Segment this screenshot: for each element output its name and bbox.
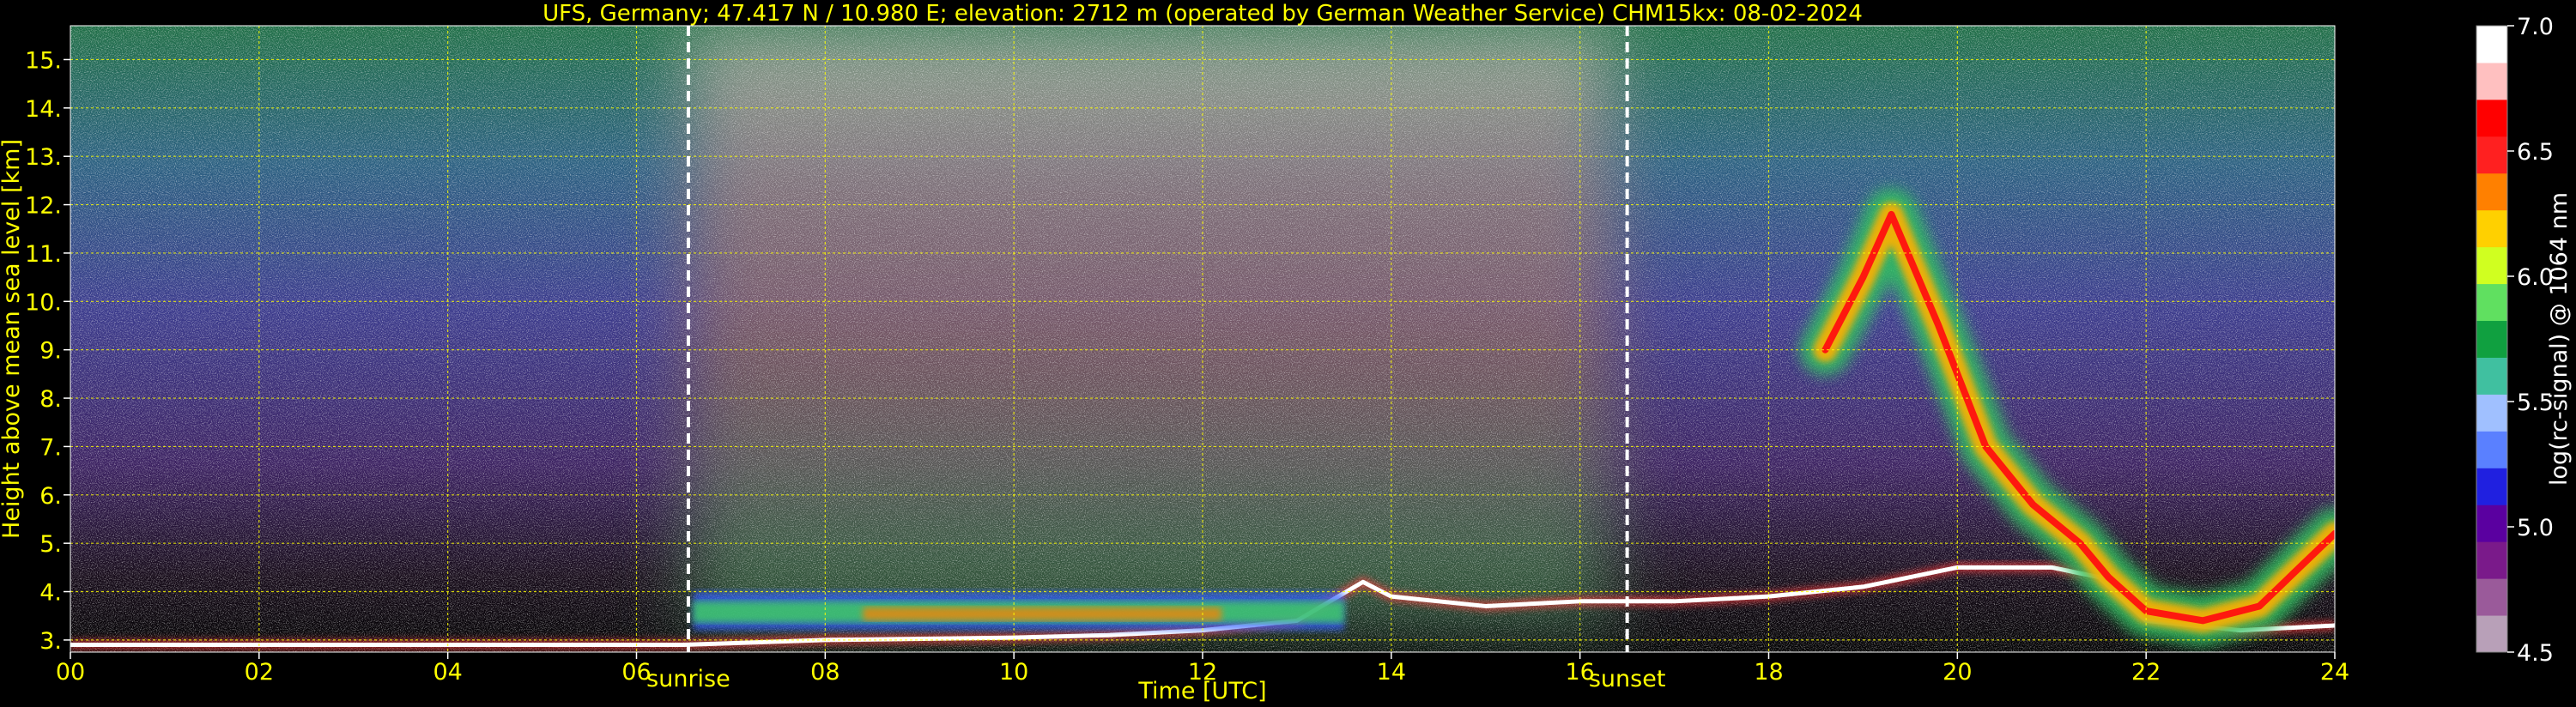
colorbar-segment — [2476, 209, 2507, 248]
x-tick-label: 08 — [810, 659, 839, 686]
colorbar-segment — [2476, 246, 2507, 285]
colorbar-segment — [2476, 283, 2507, 322]
colorbar-tick-label: 6.5 — [2517, 139, 2554, 166]
sunset-label: sunset — [1589, 666, 1666, 692]
colorbar-segment — [2476, 136, 2507, 174]
colorbar-segment — [2476, 431, 2507, 468]
x-tick-label: 16 — [1565, 659, 1594, 686]
colorbar-segment — [2476, 505, 2507, 542]
x-tick-label: 00 — [56, 659, 85, 686]
x-tick-label: 24 — [2320, 659, 2349, 686]
colorbar-segment — [2476, 99, 2507, 137]
y-axis-label: Height above mean sea level [km] — [0, 139, 25, 539]
sunrise-label: sunrise — [646, 666, 730, 692]
y-tick-label: 4. — [39, 580, 62, 607]
colorbar-tick-label: 7.0 — [2517, 14, 2554, 40]
x-tick-label: 10 — [999, 659, 1028, 686]
colorbar-segment — [2476, 615, 2507, 653]
colorbar-segment — [2476, 357, 2507, 395]
colorbar-segment — [2476, 468, 2507, 505]
colorbar-tick-label: 5.0 — [2517, 515, 2554, 541]
y-tick-label: 7. — [39, 434, 62, 461]
colorbar-segment — [2476, 62, 2507, 100]
y-tick-label: 9. — [39, 338, 62, 365]
colorbar-segment — [2476, 172, 2507, 211]
y-tick-label: 10. — [25, 289, 62, 316]
colorbar-tick-label: 4.5 — [2517, 640, 2554, 667]
aerosol-layer-core — [863, 607, 1221, 621]
y-tick-label: 14. — [25, 96, 62, 123]
chart-title: UFS, Germany; 47.417 N / 10.980 E; eleva… — [542, 1, 1863, 27]
ceilometer-chart: UFS, Germany; 47.417 N / 10.980 E; eleva… — [0, 1, 2573, 704]
y-tick-label: 11. — [25, 241, 62, 268]
y-tick-label: 6. — [39, 483, 62, 510]
y-tick-label: 12. — [25, 193, 62, 220]
x-tick-label: 04 — [433, 659, 462, 686]
y-tick-label: 3. — [39, 628, 62, 655]
x-tick-label: 06 — [621, 659, 651, 686]
colorbar-segment — [2476, 320, 2507, 358]
y-tick-label: 8. — [39, 386, 62, 413]
x-tick-label: 22 — [2131, 659, 2161, 686]
colorbar-segment — [2476, 578, 2507, 616]
page: UFS, Germany; 47.417 N / 10.980 E; eleva… — [0, 0, 2576, 707]
colorbar-segment — [2476, 394, 2507, 432]
colorbar-label: log(rc-signal) @ 1064 nm — [2546, 192, 2573, 486]
x-tick-label: 14 — [1377, 659, 1406, 686]
x-tick-label: 02 — [245, 659, 274, 686]
y-tick-label: 13. — [25, 144, 62, 171]
x-tick-label: 18 — [1754, 659, 1783, 686]
y-tick-label: 5. — [39, 531, 62, 558]
colorbar-segment — [2476, 26, 2507, 63]
x-tick-label: 20 — [1943, 659, 1972, 686]
x-axis-label: Time [UTC] — [1137, 678, 1266, 704]
colorbar-segment — [2476, 541, 2507, 579]
y-tick-label: 15. — [25, 47, 62, 74]
